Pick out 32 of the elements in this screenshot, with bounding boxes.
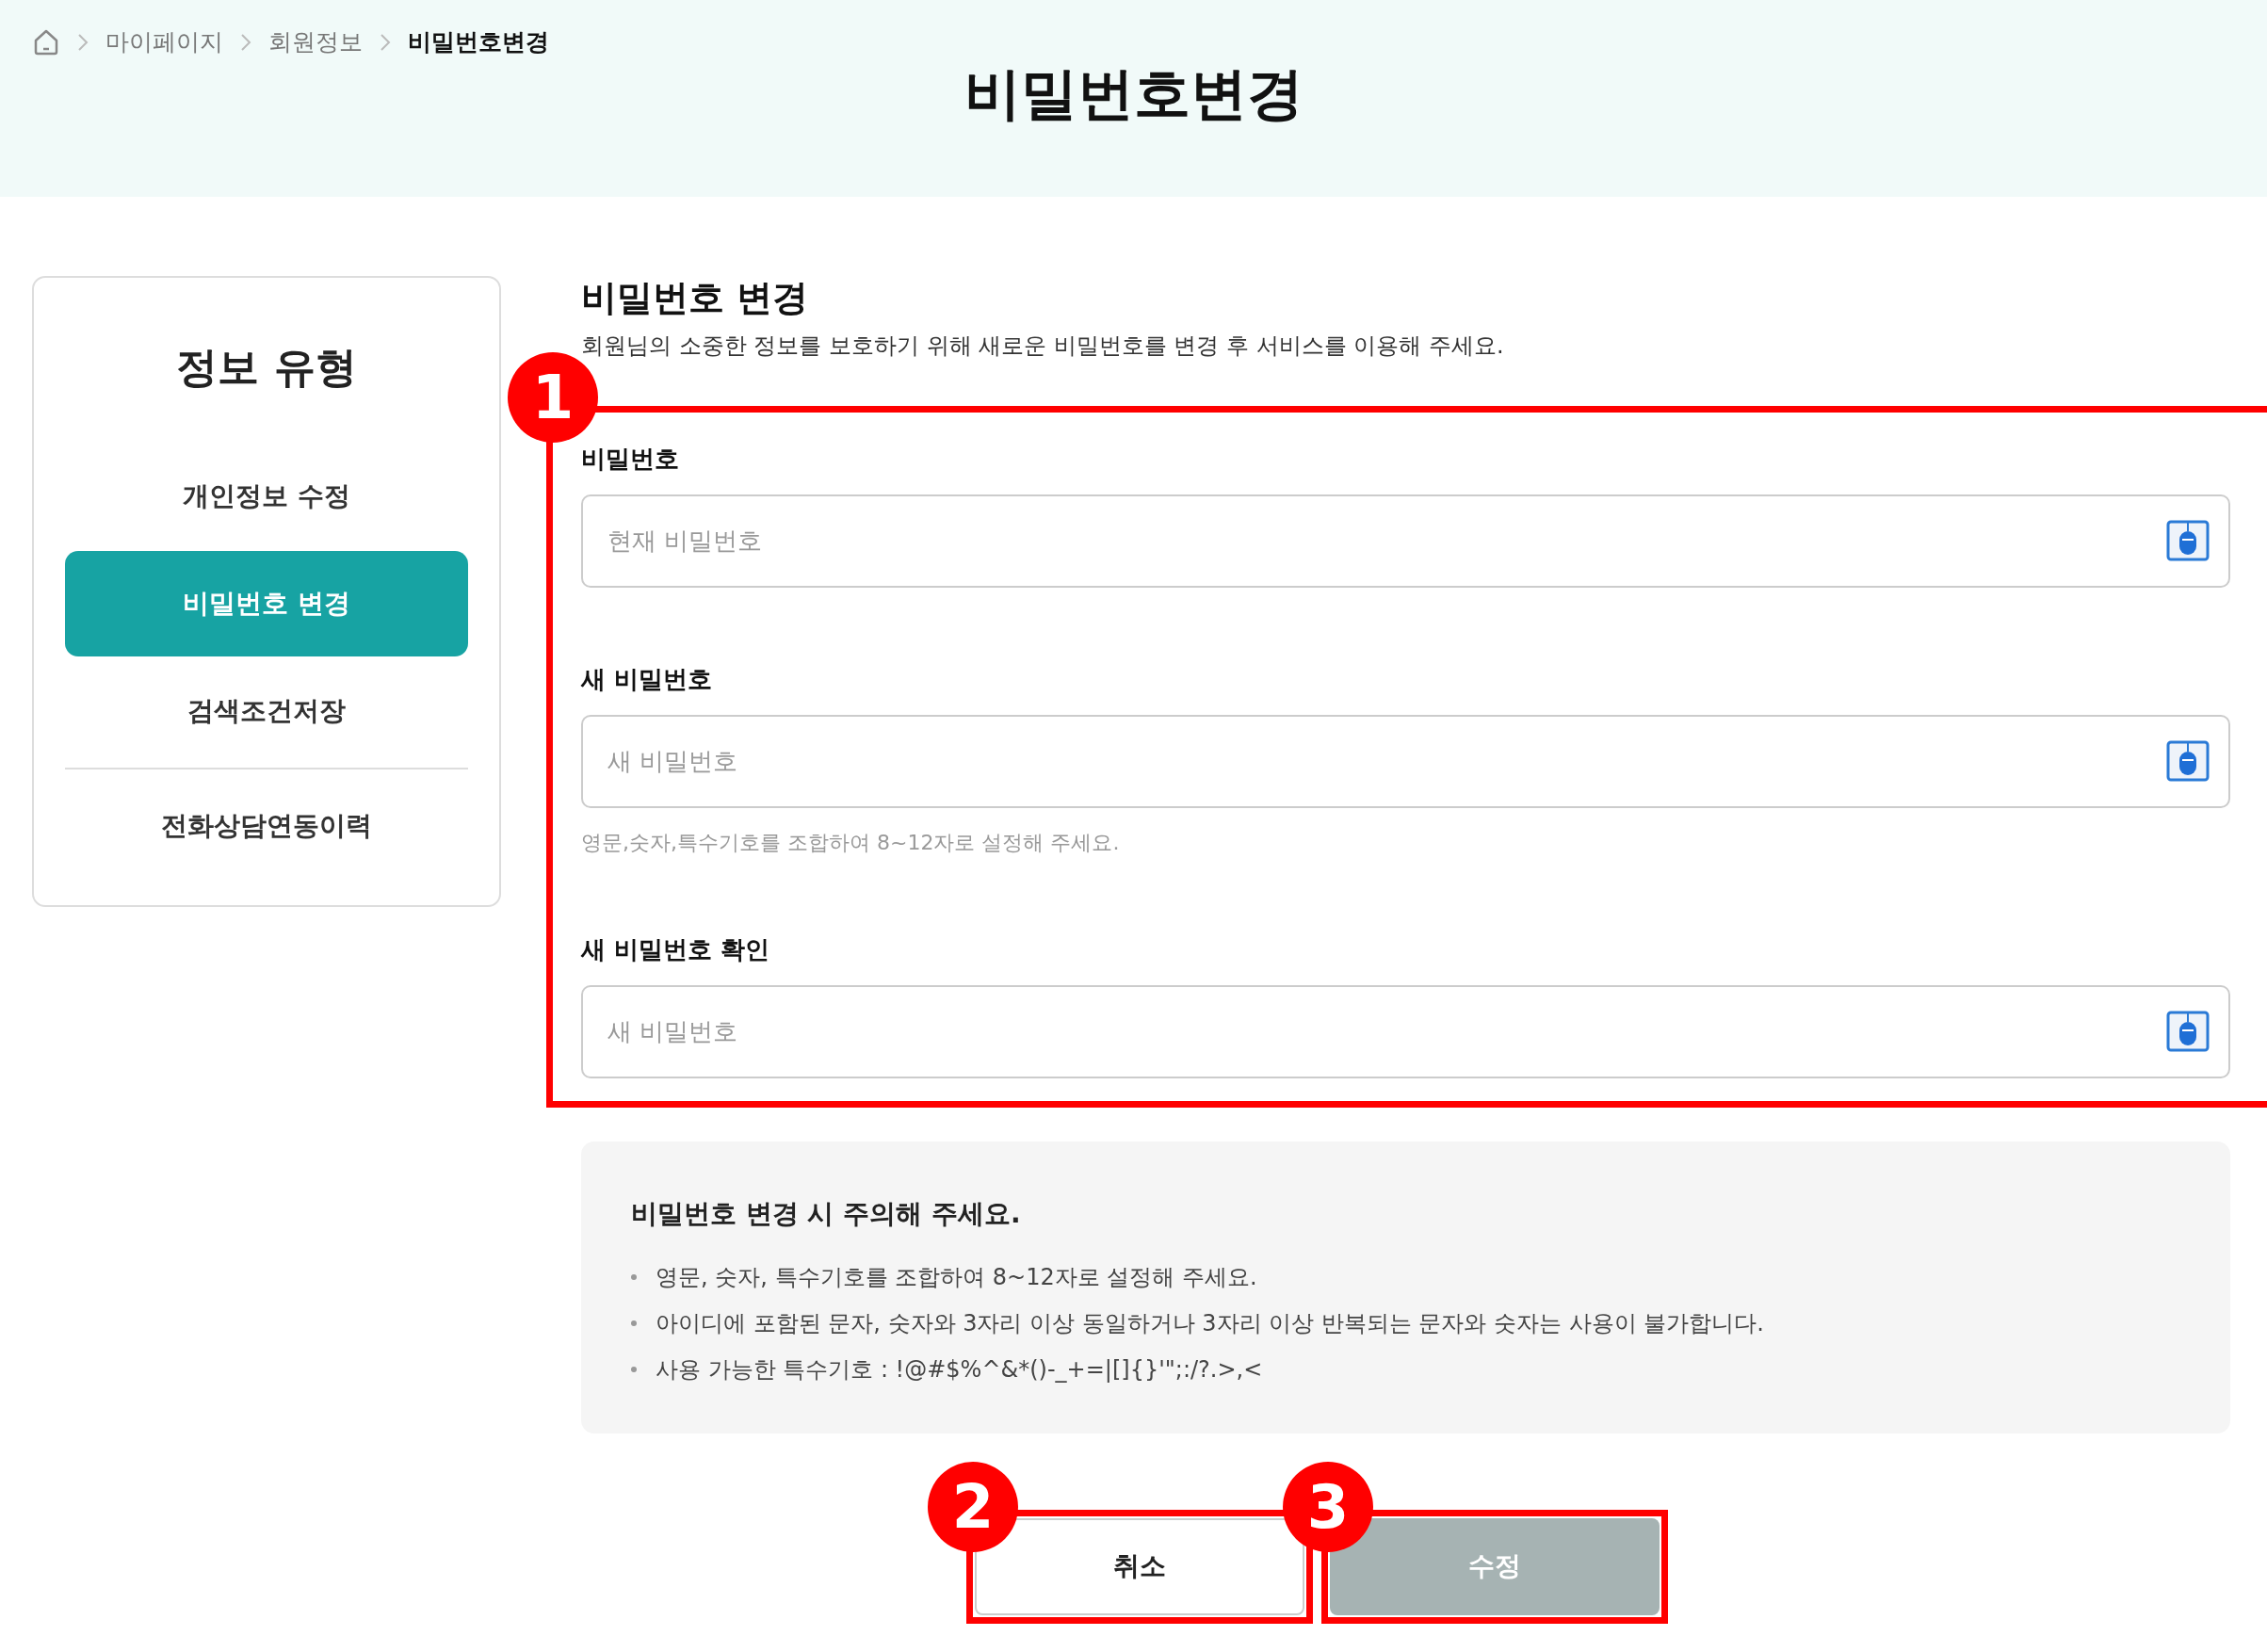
bullet-icon — [631, 1320, 637, 1326]
callout-badge: 3 — [1283, 1461, 1373, 1552]
notice-title: 비밀번호 변경 시 주의해 주세요. — [631, 1196, 1022, 1231]
chevron-icon — [240, 32, 251, 52]
helper-text: 영문,숫자,특수기호를 조합하여 8~12자로 설정해 주세요. — [581, 829, 1121, 856]
sidebar-item[interactable]: 전화상담연동이력 — [65, 773, 468, 879]
bullet-icon — [631, 1274, 637, 1280]
password-field[interactable]: 현재 비밀번호 — [581, 494, 2230, 588]
password-field[interactable]: 새 비밀번호 — [581, 714, 2230, 808]
chevron-icon — [380, 32, 391, 52]
bullet-icon — [631, 1367, 637, 1372]
mouse-icon[interactable] — [2166, 519, 2210, 561]
field-label: 새 비밀번호 — [581, 663, 714, 695]
notice-item: 영문, 숫자, 특수기호를 조합하여 8~12자로 설정해 주세요. — [656, 1263, 1257, 1292]
breadcrumb-link[interactable]: 마이페이지 — [105, 24, 223, 60]
page-title: 비밀번호변경 — [963, 59, 1304, 128]
notice-item: 아이디에 포함된 문자, 숫자와 3자리 이상 동일하거나 3자리 이상 반복되는 문자와 숫자는 사용이 불가합니다. — [656, 1309, 1764, 1338]
field-label: 비밀번호 — [581, 443, 680, 475]
mouse-icon[interactable] — [2166, 739, 2210, 782]
mouse-icon[interactable] — [2166, 1010, 2210, 1052]
section-title: 비밀번호 변경 — [580, 276, 810, 320]
breadcrumb-link[interactable]: 비밀번호변경 — [408, 24, 549, 60]
breadcrumb-link[interactable]: 회원정보 — [268, 24, 363, 60]
callout-badge: 2 — [928, 1461, 1018, 1552]
sidebar-item[interactable]: 검색조건저장 — [65, 658, 468, 764]
sidebar-item[interactable]: 개인정보 수정 — [65, 444, 468, 549]
notice-item: 사용 가능한 특수기호 : !@#$%^&*()-_+=|[]{}'";:/?.>,< — [656, 1355, 1263, 1385]
password-field[interactable]: 새 비밀번호 — [581, 984, 2230, 1078]
home-icon[interactable] — [32, 27, 60, 57]
chevron-icon — [77, 32, 89, 52]
sidebar-title: 정보 유형 — [176, 342, 357, 393]
field-label: 새 비밀번호 확인 — [581, 933, 771, 965]
